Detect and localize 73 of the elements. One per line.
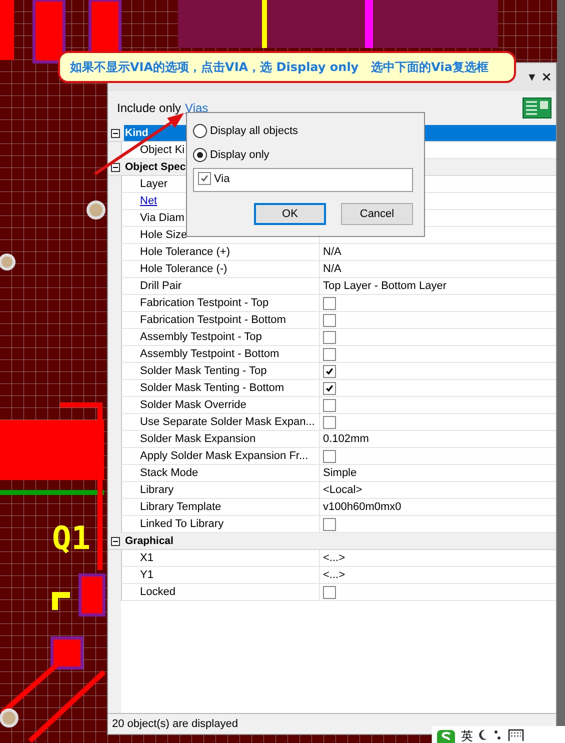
copper-pad [78, 574, 106, 616]
copper-pad [0, 0, 14, 60]
property-label: Assembly Testpoint - Top [121, 329, 319, 346]
include-label: Include only [117, 101, 182, 115]
collapse-toggle-icon[interactable] [111, 128, 120, 138]
property-label: Hole Tolerance (-) [121, 261, 319, 278]
circuit-board-icon [522, 97, 552, 119]
group-header[interactable]: Object Spec [124, 159, 187, 175]
property-label: Hole Tolerance (+) [121, 244, 319, 261]
property-checkbox[interactable] [323, 348, 336, 360]
dialog-button[interactable]: OK [254, 203, 326, 225]
property-value: N/A [319, 261, 556, 278]
status-text: 20 object(s) are displayed [112, 718, 238, 730]
language-indicator[interactable]: 英 [461, 729, 473, 743]
property-label: Solder Mask Expansion [121, 431, 319, 448]
property-label: Y1 [121, 567, 319, 584]
property-label: Solder Mask Tenting - Top [121, 363, 319, 380]
radio-label[interactable]: Display only [210, 149, 270, 161]
panel-title-control[interactable]: × [540, 70, 553, 84]
via [0, 254, 16, 270]
property-value: v100h60m0mx0 [319, 499, 556, 516]
property-checkbox[interactable] [323, 450, 336, 462]
property-value: <Local> [319, 482, 556, 499]
via [0, 708, 18, 728]
radio-button[interactable] [193, 124, 207, 138]
property-checkbox[interactable] [323, 416, 336, 428]
property-label: Drill Pair [121, 278, 319, 295]
copper-pad [32, 0, 66, 64]
property-label: Library Template [121, 499, 319, 516]
list-checkbox[interactable] [198, 172, 211, 185]
property-value: <...> [319, 567, 556, 584]
property-value: N/A [319, 244, 556, 261]
copper-pad [50, 636, 84, 670]
property-label: Fabrication Testpoint - Top [121, 295, 319, 312]
property-label: Use Separate Solder Mask Expan... [121, 414, 319, 431]
property-checkbox[interactable] [323, 314, 336, 326]
group-header[interactable]: Graphical [124, 533, 174, 549]
property-value: Top Layer - Bottom Layer [319, 278, 556, 295]
collapse-toggle-icon[interactable] [111, 162, 120, 172]
property-checkbox[interactable] [323, 296, 336, 310]
radio-button[interactable] [193, 148, 207, 162]
property-label: Solder Mask Override [121, 397, 319, 414]
dialog-button[interactable]: Cancel [341, 203, 413, 225]
include-link[interactable]: Vias [185, 101, 208, 115]
keyboard-icon[interactable] [508, 729, 524, 741]
property-label: Stack Mode [121, 465, 319, 482]
property-checkbox[interactable] [323, 518, 336, 530]
property-value: Simple [319, 465, 556, 482]
property-label: X1 [121, 550, 319, 567]
property-value: <...> [319, 550, 556, 567]
property-checkbox[interactable] [323, 398, 336, 412]
silkscreen-line [52, 592, 70, 610]
moon-icon[interactable] [478, 729, 488, 741]
checkmark-icon [200, 174, 209, 183]
property-value: 0.102mm [319, 431, 556, 448]
property-label: Assembly Testpoint - Bottom [121, 346, 319, 363]
property-checkbox[interactable] [323, 364, 336, 378]
annotation-callout: 如果不显示VIA的选项，点击VIA，选 Display only 选中下面的Via复选框 [58, 51, 516, 83]
property-label: Apply Solder Mask Expansion Fr... [121, 448, 319, 465]
property-label: Solder Mask Tenting - Bottom [121, 380, 319, 397]
property-label: Locked [121, 584, 319, 601]
collapse-toggle-icon[interactable] [111, 536, 120, 546]
radio-label[interactable]: Display all objects [210, 125, 298, 137]
property-checkbox[interactable] [323, 330, 336, 344]
input-method-logo-icon[interactable] [436, 729, 456, 743]
property-checkbox[interactable] [323, 382, 336, 394]
property-checkbox[interactable] [323, 586, 336, 598]
property-label: Library [121, 482, 319, 499]
via [86, 200, 106, 220]
component-designator: Q1 [52, 522, 91, 554]
panel-title-control[interactable]: ▾ [528, 70, 536, 84]
punctuation-icon[interactable] [493, 729, 503, 741]
property-label: Fabrication Testpoint - Bottom [121, 312, 319, 329]
